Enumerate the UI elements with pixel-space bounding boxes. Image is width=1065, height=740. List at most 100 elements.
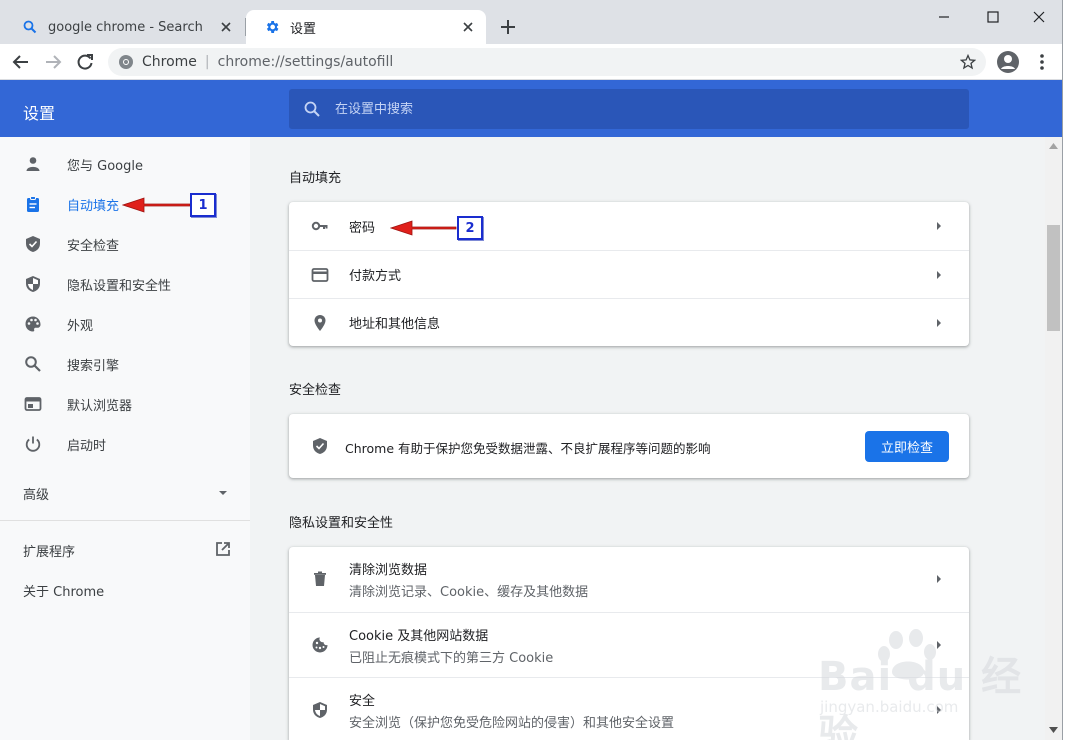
forward-arrow-icon[interactable] xyxy=(43,52,63,72)
tab-title: google chrome - Search xyxy=(48,19,203,35)
search-input[interactable] xyxy=(335,101,935,117)
sidebar-item-label: 隐私设置和安全性 xyxy=(67,278,172,294)
sidebar-item-search-engine[interactable]: 搜索引擎 xyxy=(0,344,250,384)
sidebar-about-chrome[interactable]: 关于 Chrome xyxy=(23,581,104,600)
sidebar-item-label: 自动填充 xyxy=(67,198,120,214)
location-pin-icon xyxy=(314,315,326,331)
shield-check-icon xyxy=(26,236,40,252)
safety-check-card: Chrome 有助于保护您免受数据泄露、不良扩展程序等问题的影响 立即检查 xyxy=(289,414,969,478)
sidebar-item-label: 启动时 xyxy=(67,438,107,454)
row-text: 安全 安全浏览（保护您免受危险网站的侵害）和其他安全设置 xyxy=(349,690,674,731)
sidebar-extensions[interactable]: 扩展程序 xyxy=(23,541,75,560)
page-scrollbar[interactable] xyxy=(1045,137,1062,740)
page-title: 设置 xyxy=(23,104,56,123)
tab-google-search[interactable]: google chrome - Search xyxy=(4,10,244,44)
person-icon xyxy=(26,157,40,171)
arrow-right-icon xyxy=(937,271,941,279)
row-sublabel: 清除浏览记录、Cookie、缓存及其他数据 xyxy=(349,585,589,600)
annotation-arrow-2 xyxy=(390,220,457,236)
gear-icon xyxy=(266,21,279,33)
arrow-right-icon xyxy=(937,222,941,230)
row-text: Cookie 及其他网站数据 已阻止无痕模式下的第三方 Cookie xyxy=(349,625,553,666)
dropdown-triangle-icon[interactable] xyxy=(217,487,229,499)
browser-icon xyxy=(24,397,42,411)
cookie-icon xyxy=(312,637,328,653)
sidebar-item-privacy[interactable]: 隐私设置和安全性 xyxy=(0,264,250,304)
tab-title: 设置 xyxy=(290,21,317,37)
row-label: 清除浏览数据 xyxy=(349,563,428,578)
search-icon xyxy=(23,20,37,34)
maximize-icon[interactable] xyxy=(984,8,1002,26)
sidebar-item-on-startup[interactable]: 启动时 xyxy=(0,424,250,464)
profile-avatar-icon[interactable] xyxy=(996,50,1020,74)
url-text: chrome://settings/autofill xyxy=(217,54,394,70)
safety-section-title: 安全检查 xyxy=(289,383,342,398)
clipboard-icon xyxy=(27,196,39,212)
annotation-arrow-1 xyxy=(122,197,191,213)
trash-icon xyxy=(314,571,326,586)
tab-settings[interactable]: 设置 xyxy=(246,10,486,44)
sidebar-item-label: 您与 Google xyxy=(67,158,143,174)
palette-icon xyxy=(25,316,41,332)
settings-search[interactable] xyxy=(289,89,969,129)
sidebar-advanced[interactable]: 高级 xyxy=(23,484,49,503)
row-sublabel: 安全浏览（保护您免受危险网站的侵害）和其他安全设置 xyxy=(349,716,675,731)
site-name: Chrome xyxy=(142,54,197,70)
autofill-row-payment-methods[interactable]: 付款方式 xyxy=(289,250,969,298)
autofill-section-title: 自动填充 xyxy=(289,171,342,186)
arrow-right-icon xyxy=(937,575,941,583)
key-icon xyxy=(311,221,328,231)
baidu-watermark: Bai du 经验 jingyan.baidu.com xyxy=(812,628,1032,740)
safety-description: Chrome 有助于保护您免受数据泄露、不良扩展程序等问题的影响 xyxy=(345,441,711,456)
scroll-down-icon[interactable] xyxy=(1049,727,1058,733)
check-now-button[interactable]: 立即检查 xyxy=(865,431,949,462)
reload-icon[interactable] xyxy=(75,52,95,72)
security-shield-icon xyxy=(313,702,327,718)
window-close-icon[interactable] xyxy=(1030,8,1048,26)
sidebar-item-you-and-google[interactable]: 您与 Google xyxy=(0,144,250,184)
row-text: 清除浏览数据 清除浏览记录、Cookie、缓存及其他数据 xyxy=(349,559,588,600)
close-icon[interactable] xyxy=(460,19,476,35)
row-label: 密码 xyxy=(349,220,376,236)
sidebar-item-default-browser[interactable]: 默认浏览器 xyxy=(0,384,250,424)
sidebar-item-label: 默认浏览器 xyxy=(67,398,133,414)
back-arrow-icon[interactable] xyxy=(11,52,31,72)
plus-icon[interactable] xyxy=(498,17,518,37)
row-label: 付款方式 xyxy=(349,269,402,284)
sidebar-item-appearance[interactable]: 外观 xyxy=(0,304,250,344)
privacy-row-clear-data[interactable]: 清除浏览数据 清除浏览记录、Cookie、缓存及其他数据 xyxy=(289,547,969,612)
annotation-badge-2: 2 xyxy=(457,216,483,240)
search-icon xyxy=(25,356,41,372)
shield-check-icon xyxy=(313,438,327,454)
chrome-logo-icon xyxy=(119,55,133,69)
power-icon xyxy=(25,436,41,452)
address-bar[interactable]: Chrome | chrome://settings/autofill xyxy=(108,48,986,76)
scroll-up-icon[interactable] xyxy=(1049,143,1058,149)
open-external-icon[interactable] xyxy=(214,540,232,558)
minimize-icon[interactable] xyxy=(935,8,953,26)
row-sublabel: 已阻止无痕模式下的第三方 Cookie xyxy=(349,651,554,666)
more-vert-icon[interactable] xyxy=(1032,52,1052,72)
scroll-thumb[interactable] xyxy=(1047,225,1060,331)
arrow-right-icon xyxy=(937,319,941,327)
sidebar-item-label: 安全检查 xyxy=(67,238,120,254)
settings-header: 设置 xyxy=(0,80,1062,137)
privacy-section-title: 隐私设置和安全性 xyxy=(289,516,394,531)
sidebar-item-label: 搜索引擎 xyxy=(67,358,120,374)
search-icon xyxy=(304,101,320,117)
sidebar-divider xyxy=(0,520,250,521)
autofill-row-addresses[interactable]: 地址和其他信息 xyxy=(289,298,969,346)
sidebar-item-label: 外观 xyxy=(67,318,94,334)
bookmark-star-icon[interactable] xyxy=(960,54,976,70)
settings-sidebar: 您与 Google 自动填充 安全检查 隐私设置和安全性 外观 搜索引擎 默认浏… xyxy=(0,137,250,740)
browser-toolbar: Chrome | chrome://settings/autofill xyxy=(0,44,1065,80)
row-label: 地址和其他信息 xyxy=(349,317,441,332)
close-icon[interactable] xyxy=(218,19,234,35)
annotation-badge-1: 1 xyxy=(190,193,216,217)
row-label: 安全 xyxy=(349,694,376,709)
omnibox-divider: | xyxy=(204,54,210,70)
sidebar-item-safety-check[interactable]: 安全检查 xyxy=(0,224,250,264)
watermark-url: jingyan.baidu.com xyxy=(820,698,959,716)
shield-half-icon xyxy=(26,276,40,292)
watermark-text: Bai du 经验 xyxy=(818,654,1023,740)
